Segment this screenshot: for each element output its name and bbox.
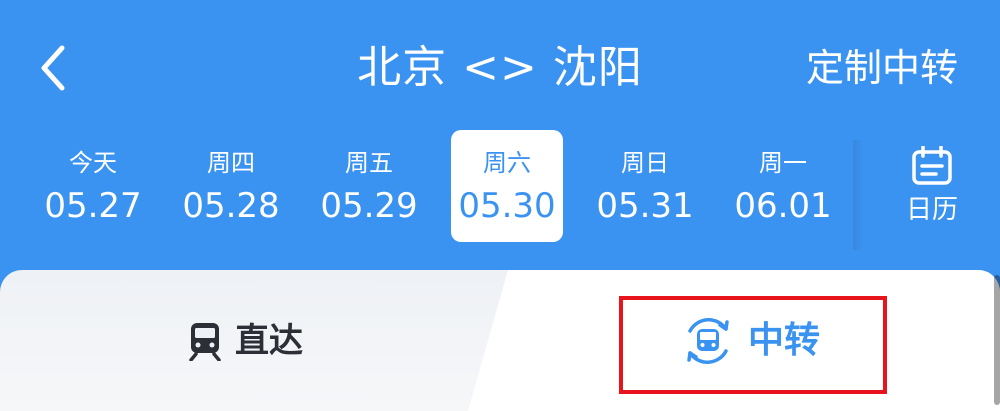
date-weekday: 周一 [759,149,807,177]
date-weekday: 周五 [345,149,393,177]
date-value: 05.30 [458,186,556,226]
date-weekday: 今天 [69,149,117,177]
date-item[interactable]: 周五 05.29 [300,130,438,242]
date-value: 05.28 [182,186,280,226]
scrollbar[interactable] [994,275,1000,405]
date-value: 05.27 [44,186,142,226]
date-weekday: 周日 [621,149,669,177]
date-item[interactable]: 周一 06.01 [714,130,852,242]
date-item[interactable]: 今天 05.27 [24,130,162,242]
date-weekday: 周四 [207,149,255,177]
calendar-label: 日历 [905,195,958,225]
active-tab-indicator [717,101,787,107]
train-icon [189,322,221,361]
tab-direct-label: 直达 [235,320,303,361]
date-item[interactable]: 周四 05.28 [162,130,300,242]
calendar-button[interactable]: 日历 [880,140,984,240]
tab-direct[interactable]: 直达 [0,270,490,411]
date-item-selected[interactable]: 周六 05.30 [451,130,563,242]
date-item[interactable]: 周日 05.31 [576,130,714,242]
date-strip: 今天 05.27 周四 05.28 周五 05.29 周六 05.30 周日 0… [24,130,854,242]
date-value: 05.29 [320,186,418,226]
date-value: 06.01 [734,186,832,226]
date-value: 05.31 [596,186,694,226]
calendar-icon [912,146,952,185]
highlight-annotation-box [619,296,887,394]
date-strip-divider [853,140,863,250]
custom-transfer-button[interactable]: 定制中转 [806,42,958,94]
date-weekday: 周六 [483,149,531,177]
